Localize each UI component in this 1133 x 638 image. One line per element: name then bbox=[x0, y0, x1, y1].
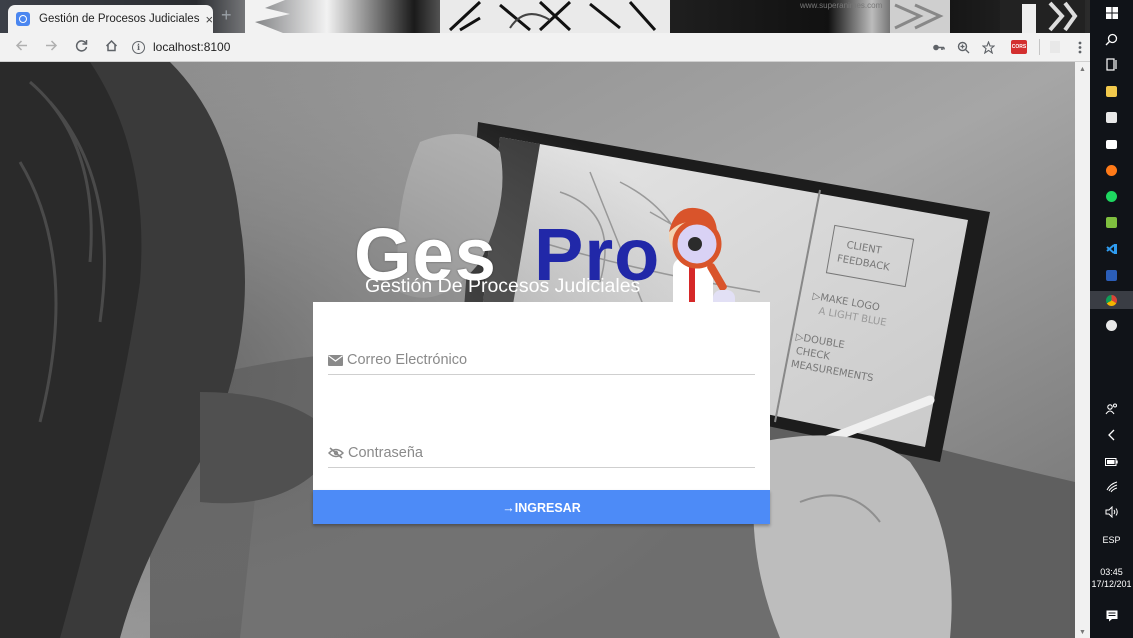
ionic-favicon-icon bbox=[16, 12, 30, 26]
home-icon bbox=[105, 39, 117, 51]
search-icon[interactable] bbox=[1090, 32, 1133, 46]
store-icon[interactable] bbox=[1090, 110, 1133, 124]
logo-subtitle: Gestión De Procesos Judiciales bbox=[365, 275, 641, 297]
task-view-icon[interactable] bbox=[1090, 57, 1133, 71]
volume-icon[interactable] bbox=[1090, 505, 1133, 519]
emoji-icon[interactable] bbox=[1090, 318, 1133, 332]
forward-button[interactable] bbox=[40, 39, 62, 56]
tab-title: Gestión de Procesos Judiciales bbox=[39, 13, 200, 25]
password-field[interactable] bbox=[328, 439, 755, 468]
eye-off-icon bbox=[328, 447, 344, 459]
action-center-icon[interactable] bbox=[1090, 609, 1133, 623]
spotify-icon[interactable] bbox=[1090, 189, 1133, 203]
mail-icon[interactable] bbox=[1090, 137, 1133, 151]
address-bar[interactable]: i localhost:8100 bbox=[132, 36, 230, 58]
vscode-icon[interactable] bbox=[1090, 242, 1133, 256]
toolbar-actions: CORS bbox=[920, 33, 1082, 61]
back-button[interactable] bbox=[10, 39, 32, 56]
wifi-icon[interactable] bbox=[1090, 480, 1133, 494]
password-input[interactable] bbox=[348, 445, 755, 461]
scroll-up-arrow-icon[interactable]: ▲ bbox=[1075, 66, 1090, 73]
background-art bbox=[440, 0, 670, 33]
firefox-icon[interactable] bbox=[1090, 163, 1133, 177]
new-tab-button[interactable]: + bbox=[221, 5, 232, 26]
browser-toolbar: i localhost:8100 CORS bbox=[0, 33, 1090, 62]
clock-time[interactable]: 03:45 bbox=[1090, 567, 1133, 578]
background-art bbox=[245, 0, 290, 33]
login-card bbox=[313, 302, 770, 490]
key-icon[interactable] bbox=[932, 41, 945, 54]
windows-icon[interactable] bbox=[1090, 6, 1133, 20]
email-field[interactable] bbox=[328, 346, 755, 375]
arrow-left-icon bbox=[15, 39, 27, 51]
background-watermark: www.superanimes.com bbox=[800, 1, 883, 10]
page-scrollbar[interactable]: ▲ ▼ bbox=[1075, 62, 1090, 638]
home-button[interactable] bbox=[100, 39, 122, 56]
envelope-icon bbox=[328, 354, 343, 366]
browser-tab[interactable]: Gestión de Procesos Judiciales × bbox=[8, 5, 213, 33]
login-submit-button[interactable]: →INGRESAR bbox=[313, 490, 770, 524]
background-art bbox=[1000, 0, 1085, 33]
people-icon[interactable] bbox=[1090, 402, 1133, 416]
scroll-down-arrow-icon[interactable]: ▼ bbox=[1075, 629, 1090, 636]
tab-close-icon[interactable]: × bbox=[205, 12, 213, 27]
bookmark-star-icon[interactable] bbox=[982, 40, 995, 54]
tab-strip: Gestión de Procesos Judiciales × + www.s… bbox=[0, 0, 1090, 33]
toolbar-divider bbox=[1039, 39, 1040, 55]
reload-icon bbox=[75, 39, 87, 52]
reload-button[interactable] bbox=[70, 39, 92, 56]
extension-icon[interactable] bbox=[1050, 41, 1060, 53]
kebab-menu-icon[interactable] bbox=[1078, 41, 1082, 54]
background-art bbox=[890, 0, 950, 33]
battery-icon[interactable] bbox=[1090, 455, 1133, 469]
chevron-left-icon[interactable] bbox=[1090, 428, 1133, 442]
windows-taskbar: ESP 03:45 17/12/201 bbox=[1090, 0, 1133, 638]
chrome-icon[interactable] bbox=[1090, 291, 1133, 309]
cors-extension-icon[interactable]: CORS bbox=[1011, 40, 1027, 54]
zoom-icon[interactable] bbox=[957, 41, 970, 54]
word-icon[interactable] bbox=[1090, 268, 1133, 282]
input-language[interactable]: ESP bbox=[1090, 535, 1133, 546]
file-explorer-icon[interactable] bbox=[1090, 84, 1133, 98]
clock-date[interactable]: 17/12/201 bbox=[1090, 579, 1133, 590]
email-input[interactable] bbox=[347, 352, 755, 368]
sublime-icon[interactable] bbox=[1090, 215, 1133, 229]
page-viewport: CLIENT FEEDBACK ▷MAKE LOGO A LIGHT BLUE … bbox=[0, 62, 1075, 638]
url-text: localhost:8100 bbox=[153, 40, 231, 54]
screen: Gestión de Procesos Judiciales × + www.s… bbox=[0, 0, 1133, 638]
site-info-icon[interactable]: i bbox=[132, 40, 145, 54]
arrow-right-icon bbox=[45, 39, 57, 51]
